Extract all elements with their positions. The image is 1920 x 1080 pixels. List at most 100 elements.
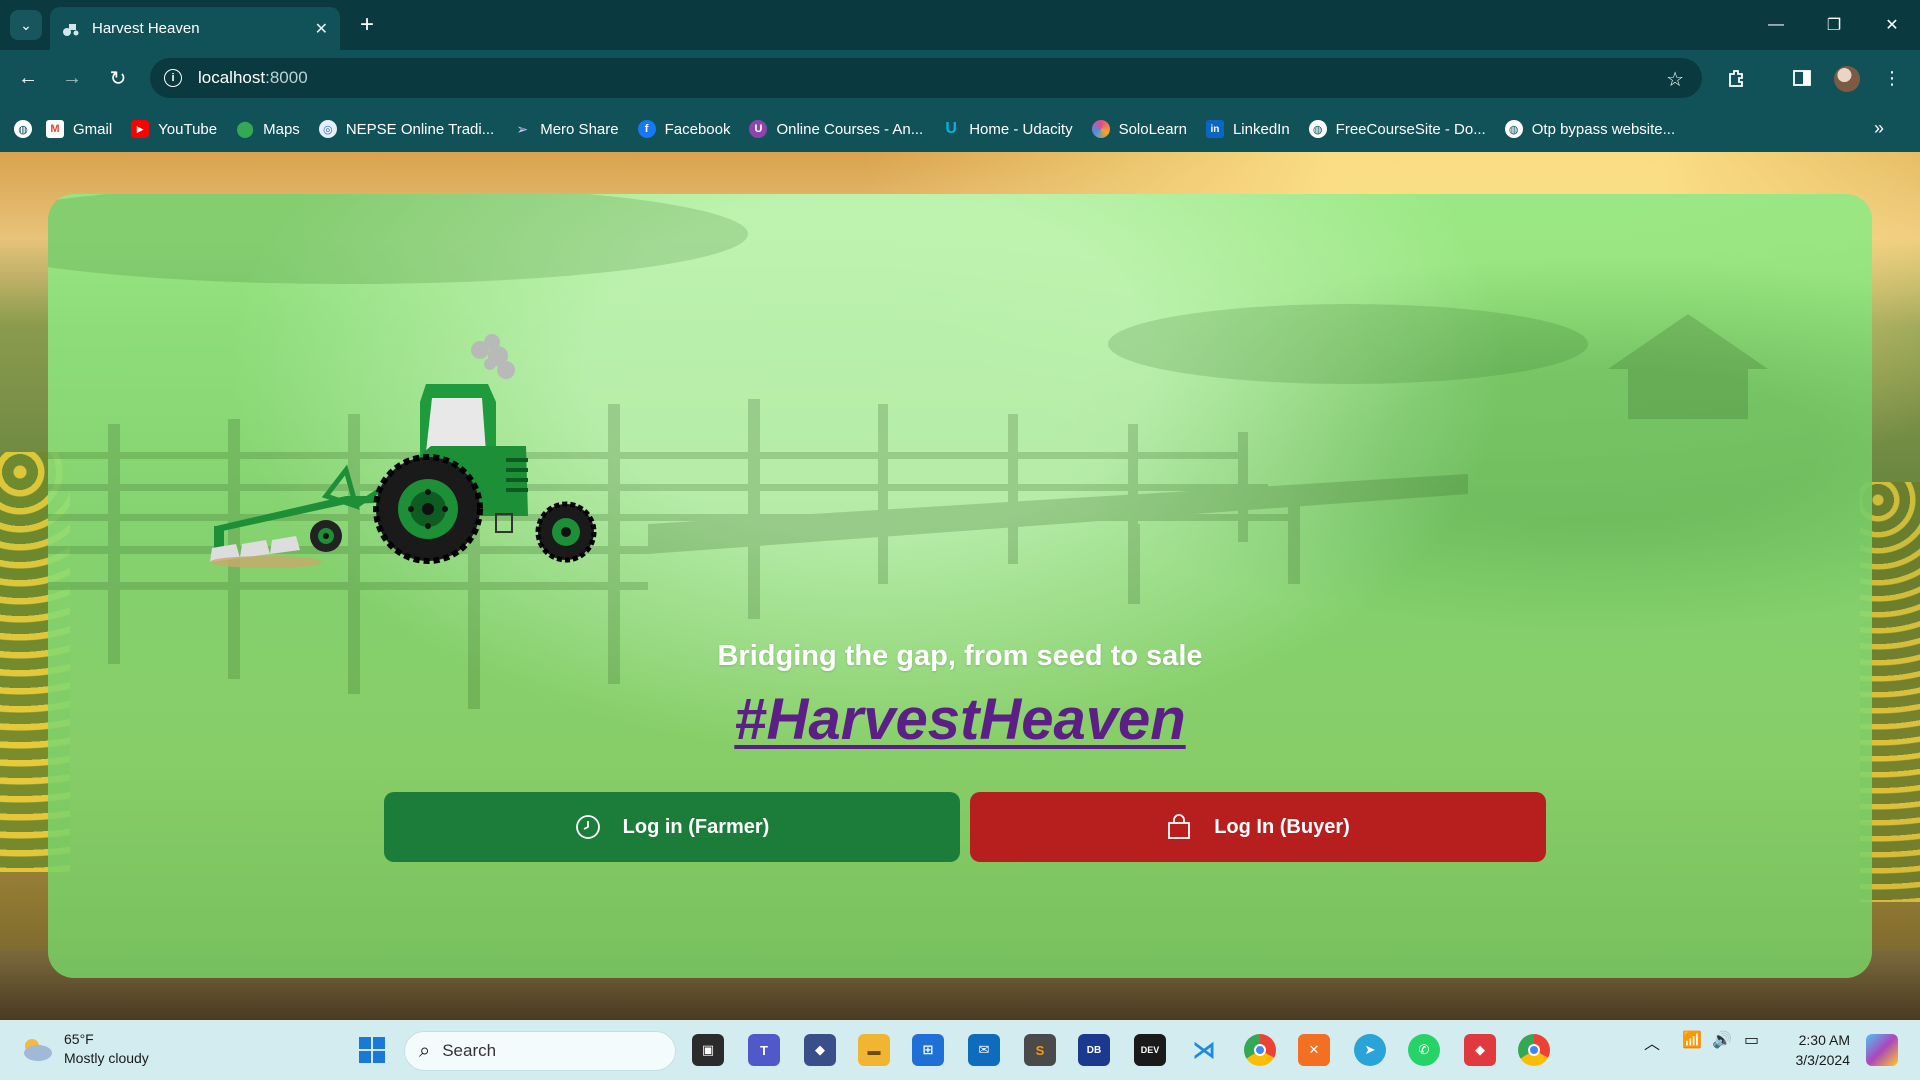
chevron-down-icon: ⌄ [20,16,32,33]
more-bookmarks-chevron-icon[interactable]: » [1874,118,1884,139]
bookmark-label: Online Courses - An... [776,120,924,138]
tab-strip: ⌄ Harvest Heaven ✕ + — ❐ ✕ [0,0,1920,50]
battery-icon[interactable]: ▭ [1744,1030,1759,1050]
bookmark-udacity[interactable]: U Home - Udacity [942,120,1072,138]
bookmark-label: Mero Share [540,120,619,138]
bookmark-mero-share[interactable]: ➢ Mero Share [513,120,618,138]
login-farmer-button[interactable]: Log in (Farmer) [384,792,960,862]
tagline: Bridging the gap, from seed to sale [717,640,1203,672]
bookmark-label: SoloLearn [1118,120,1187,138]
linkedin-icon: in [1205,120,1224,138]
brand-hashtag: #HarvestHeaven [48,686,1872,753]
weather-widget[interactable]: 65°F Mostly cloudy [20,1030,149,1068]
windows-start-icon[interactable] [356,1034,388,1066]
copilot-icon[interactable] [1866,1034,1898,1066]
bookmark-linkedin[interactable]: in LinkedIn [1205,120,1290,138]
bookmark-label: Home - Udacity [969,120,1073,138]
telegram-icon[interactable]: ➤ [1354,1034,1386,1066]
whatsapp-icon[interactable]: ✆ [1408,1034,1440,1066]
globe-icon: ◍ [14,120,32,138]
cloudy-weather-icon [24,1039,52,1061]
bookmark-sololearn[interactable]: SoloLearn [1091,120,1187,138]
mail-icon[interactable]: ✉ [968,1034,1000,1066]
show-hidden-icons-chevron-icon[interactable]: ︿ [1644,1030,1660,1054]
file-explorer-icon[interactable]: ▬ [858,1034,890,1066]
bookmark-label: Maps [263,120,300,138]
tractor-favicon-icon [62,20,80,38]
tab-search-button[interactable]: ⌄ [10,10,42,40]
search-icon: ⌕ [419,1039,431,1062]
vscode-icon[interactable]: ⋊ [1188,1034,1220,1066]
bookmark-otp-bypass[interactable]: ◍ Otp bypass website... [1504,120,1676,138]
courses-icon: U [749,120,768,138]
wifi-icon[interactable]: 📶 [1682,1030,1702,1050]
fence-landscape-illustration [48,194,1768,709]
bookmark-youtube[interactable]: ▶ YouTube [131,120,217,138]
teams-icon[interactable]: T [748,1034,780,1066]
taskbar-clock[interactable]: 2:30 AM 3/3/2024 [1782,1030,1851,1070]
youtube-icon: ▶ [131,120,150,138]
bookmark-label: NEPSE Online Tradi... [345,120,495,138]
search-placeholder: Search [442,1041,497,1060]
clock-date: 3/3/2024 [1795,1052,1851,1068]
close-window-button[interactable]: ✕ [1864,0,1920,50]
nepse-icon: ◎ [318,120,337,138]
bookmark-star-icon[interactable]: ☆ [1666,67,1684,92]
hashtag-link[interactable]: #HarvestHeaven [734,687,1185,752]
app-blue-icon[interactable]: ◆ [804,1034,836,1066]
bookmark-label: Otp bypass website... [1531,120,1676,138]
login-buyer-button[interactable]: Log In (Buyer) [970,792,1546,862]
bookmark-facebook[interactable]: f Facebook [637,120,730,138]
browser-toolbar: ← → ↻ i localhost:8000 ☆ ⋮ [0,50,1920,106]
facebook-icon: f [637,120,656,138]
url-port: :8000 [265,68,308,87]
gmail-icon: M [46,120,64,138]
bookmark-maps[interactable]: ⬤ Maps [236,120,300,139]
task-view-icon[interactable]: ▣ [692,1034,724,1066]
bookmark-label: FreeCourseSite - Do... [1335,120,1486,138]
chrome-icon[interactable] [1244,1034,1276,1066]
microsoft-store-icon[interactable]: ⊞ [912,1034,944,1066]
bookmark-gmail[interactable]: M Gmail [46,120,112,138]
app-grid-icon[interactable]: DB [1078,1034,1110,1066]
bookmark-online-courses[interactable]: U Online Courses - An... [749,120,923,138]
sublime-text-icon[interactable]: S [1024,1034,1056,1066]
bookmark-freecoursesite[interactable]: ◍ FreeCourseSite - Do... [1308,120,1486,138]
bookmarks-bar: ◍ M Gmail ▶ YouTube ⬤ Maps ◎ NEPSE Online Tr… [0,106,1920,152]
taskbar-search[interactable]: ⌕ Search [404,1031,676,1071]
tab-harvest-heaven[interactable]: Harvest Heaven ✕ [50,7,340,50]
url-host: localhost [198,68,266,87]
temperature: 65°F [64,1031,94,1047]
site-info-icon[interactable]: i [164,69,182,87]
dev-cpp-icon[interactable]: DEV [1134,1034,1166,1066]
chrome-profile-icon[interactable] [1518,1034,1550,1066]
udacity-icon: U [945,120,957,137]
restore-button[interactable]: ❐ [1806,0,1862,50]
volume-icon[interactable]: 🔊 [1712,1030,1732,1050]
login-farmer-label: Log in (Farmer) [622,815,770,838]
meroshare-icon: ➢ [516,120,529,137]
minimize-button[interactable]: — [1748,0,1804,50]
sololearn-icon [1091,120,1110,138]
forward-button[interactable]: → [56,62,88,94]
bookmark-label: Gmail [73,120,113,138]
globe-icon: ◍ [1504,120,1523,138]
anydesk-icon[interactable]: ◆ [1464,1034,1496,1066]
shopping-bag-icon [1168,814,1191,839]
address-bar[interactable]: i localhost:8000 ☆ [150,58,1702,98]
globe-icon: ◍ [1308,120,1327,138]
apps-globe-icon[interactable]: ◍ [14,120,32,138]
close-tab-icon[interactable]: ✕ [315,19,328,39]
bookmark-label: YouTube [158,120,218,138]
menu-kebab-icon[interactable]: ⋮ [1876,62,1908,94]
xampp-icon[interactable]: ✕ [1298,1034,1330,1066]
profile-avatar[interactable] [1834,66,1860,92]
reload-button[interactable]: ↻ [102,62,134,94]
new-tab-button[interactable]: + [352,10,382,40]
side-panel-icon[interactable] [1786,62,1818,94]
weather-condition: Mostly cloudy [64,1050,149,1066]
login-buyer-label: Log In (Buyer) [1214,815,1350,838]
bookmark-nepse[interactable]: ◎ NEPSE Online Tradi... [318,120,495,138]
back-button[interactable]: ← [12,62,44,94]
extensions-icon[interactable] [1720,62,1752,94]
